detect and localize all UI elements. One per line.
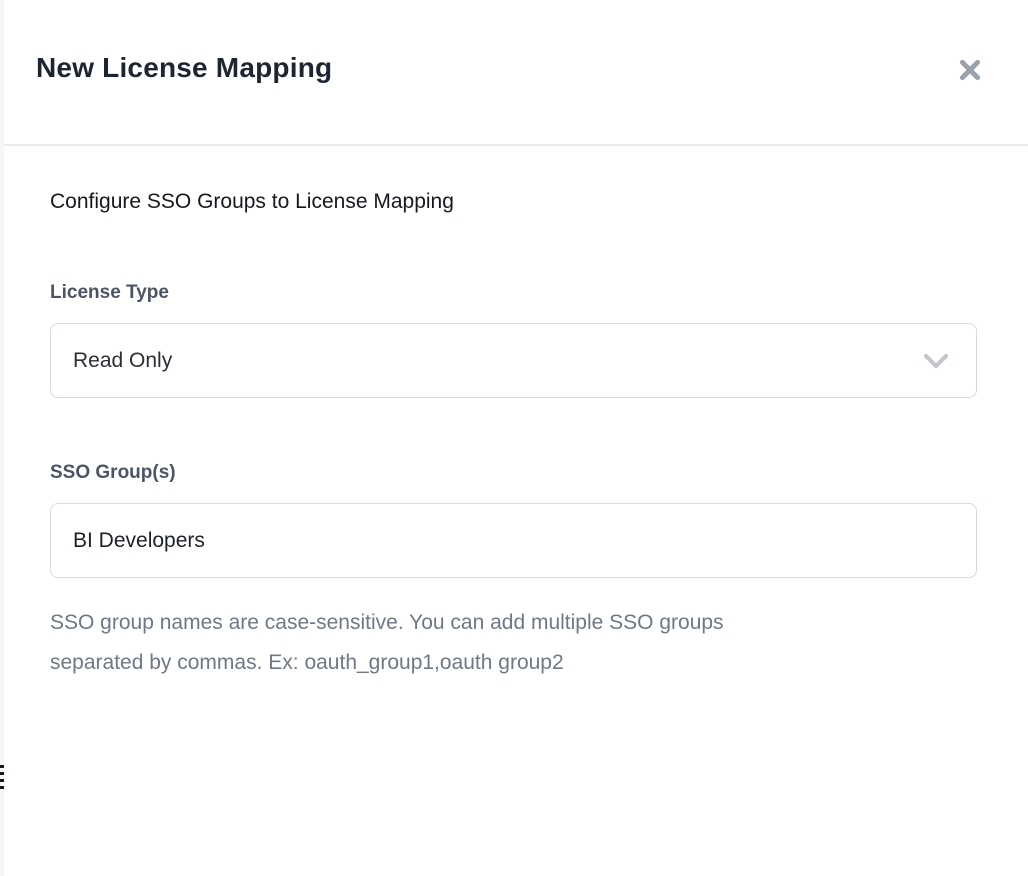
- license-type-select[interactable]: Read Only: [50, 323, 977, 398]
- sso-groups-help-line: separated by commas. Ex: oauth_group1,oa…: [50, 643, 981, 683]
- license-type-label: License Type: [50, 281, 981, 305]
- sso-groups-help-text: SSO group names are case-sensitive. You …: [50, 603, 981, 683]
- chevron-down-icon: [922, 353, 950, 369]
- x-icon: [957, 57, 983, 83]
- dialog-description: Configure SSO Groups to License Mapping: [50, 188, 981, 215]
- dialog-header: New License Mapping: [4, 0, 1028, 144]
- sso-groups-input[interactable]: [50, 503, 977, 578]
- dialog-title: New License Mapping: [36, 50, 332, 86]
- sso-groups-help-line: SSO group names are case-sensitive. You …: [50, 603, 981, 643]
- close-button[interactable]: [956, 56, 984, 84]
- sso-groups-label: SSO Group(s): [50, 461, 981, 485]
- header-divider: [4, 144, 1028, 146]
- dialog-body: Configure SSO Groups to License Mapping …: [4, 188, 1028, 683]
- new-license-mapping-dialog: New License Mapping Configure SSO Groups…: [4, 0, 1028, 876]
- license-type-selected-value: Read Only: [73, 349, 172, 373]
